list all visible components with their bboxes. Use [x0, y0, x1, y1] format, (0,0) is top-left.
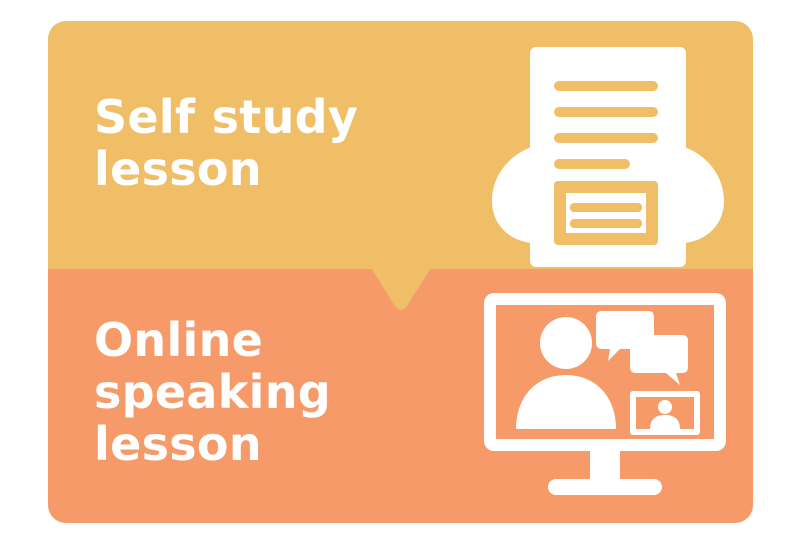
online-speaking-label: Online speaking lesson — [94, 313, 331, 471]
video-call-monitor-icon — [484, 293, 726, 495]
pointer-arrow — [371, 268, 431, 310]
lesson-types-card: Self study lesson Online speaking lesson — [48, 21, 753, 523]
self-study-label: Self study lesson — [94, 90, 359, 196]
study-document-icon — [492, 47, 724, 267]
